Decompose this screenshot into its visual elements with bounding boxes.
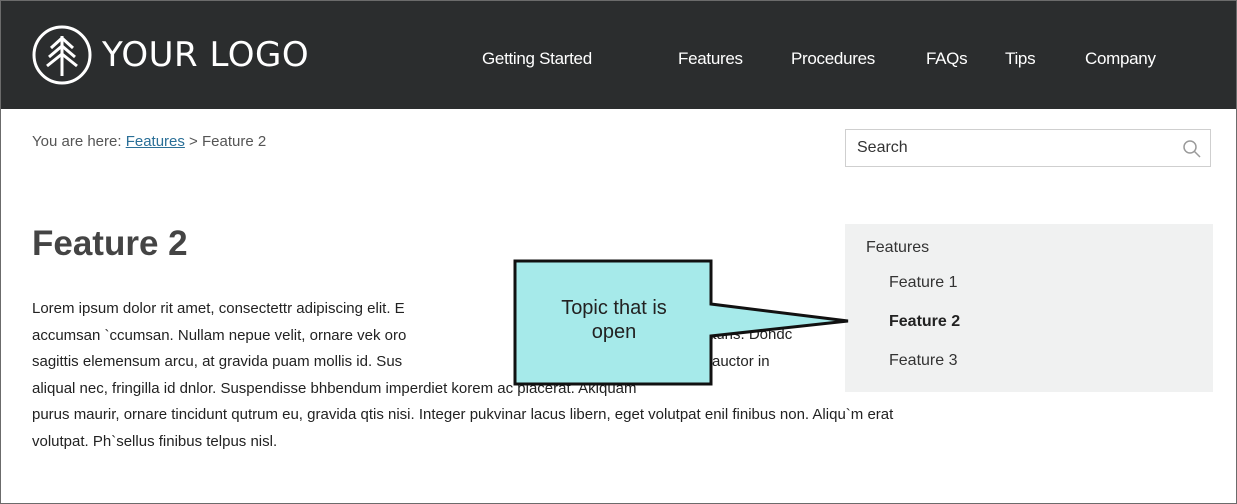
breadcrumb-prefix: You are here: xyxy=(32,133,126,150)
sidenav-item-feature-3[interactable]: Feature 3 xyxy=(889,352,957,370)
site-header: YOUR LOGO Getting Started Features Proce… xyxy=(1,1,1236,109)
page-title: Feature 2 xyxy=(32,224,188,263)
nav-faqs[interactable]: FAQs xyxy=(926,49,968,69)
nav-procedures[interactable]: Procedures xyxy=(791,49,875,69)
sidenav-item-feature-1[interactable]: Feature 1 xyxy=(889,274,957,292)
nav-tips[interactable]: Tips xyxy=(1005,49,1036,69)
body-line-fragment: auris. Dondc xyxy=(708,326,793,343)
side-nav: Features Feature 1 Feature 2 Feature 3 xyxy=(845,224,1213,392)
main-nav: Getting Started Features Procedures FAQs… xyxy=(1,49,1236,73)
callout-line: Topic that is xyxy=(561,297,667,319)
breadcrumb-separator: > xyxy=(184,133,202,150)
search-icon[interactable] xyxy=(1182,139,1202,159)
nav-company[interactable]: Company xyxy=(1085,49,1156,69)
search-input[interactable] xyxy=(846,130,1176,166)
sidenav-heading[interactable]: Features xyxy=(866,239,929,257)
body-line: volutpat. Ph`sellus finibus telpus nisl. xyxy=(32,432,278,450)
sidenav-item-feature-2[interactable]: Feature 2 xyxy=(889,313,960,331)
nav-getting-started[interactable]: Getting Started xyxy=(482,49,592,69)
breadcrumb: You are here: Features > Feature 2 xyxy=(32,133,266,150)
body-line: purus maurir, ornare tincidunt qutrum eu… xyxy=(32,406,894,423)
search-box xyxy=(845,129,1211,167)
callout-line: open xyxy=(591,321,637,343)
nav-features[interactable]: Features xyxy=(678,49,743,69)
body-line-fragment: auctor in xyxy=(712,353,770,370)
callout-text: Topic that is open xyxy=(518,296,710,344)
breadcrumb-link-features[interactable]: Features xyxy=(126,133,185,150)
breadcrumb-current: Feature 2 xyxy=(202,133,267,150)
